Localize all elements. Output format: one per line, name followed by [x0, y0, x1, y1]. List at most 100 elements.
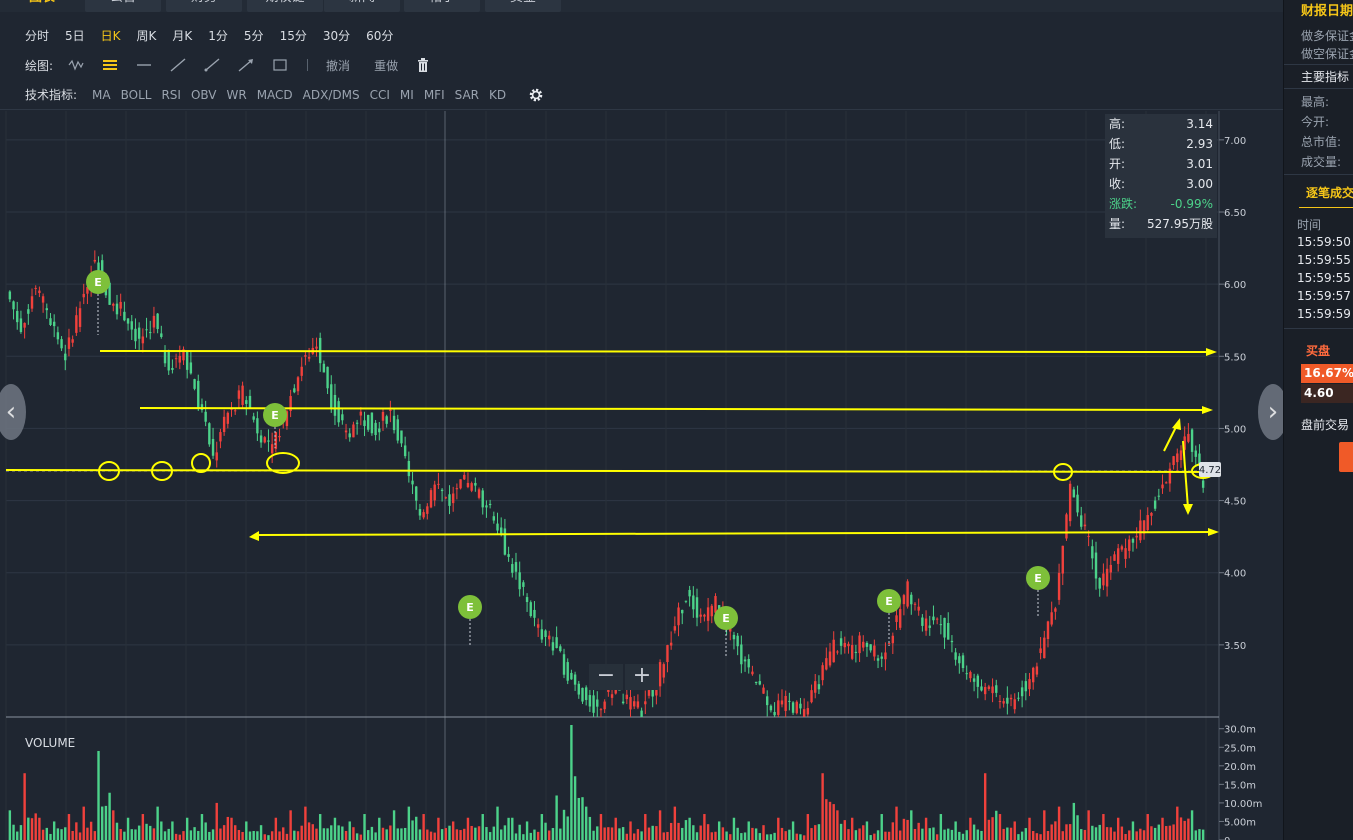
candle-body[interactable]	[806, 708, 810, 715]
candle-body[interactable]	[163, 351, 167, 364]
candle-body[interactable]	[141, 336, 145, 344]
candle-body[interactable]	[588, 695, 592, 707]
redo-button[interactable]: 重做	[366, 57, 406, 74]
candle-body[interactable]	[1165, 482, 1168, 484]
volume-bar[interactable]	[211, 829, 215, 840]
volume-bar[interactable]	[1054, 821, 1057, 840]
volume-bar[interactable]	[1035, 833, 1039, 840]
candle-body[interactable]	[433, 484, 436, 501]
volume-bar[interactable]	[330, 825, 333, 840]
volume-bar[interactable]	[78, 832, 82, 840]
candle-body[interactable]	[773, 711, 776, 716]
volume-bar[interactable]	[41, 829, 45, 840]
volume-bar[interactable]	[1046, 830, 1050, 840]
candle-body[interactable]	[1131, 538, 1135, 543]
candle-body[interactable]	[906, 581, 909, 607]
volume-bar[interactable]	[163, 831, 167, 840]
candle-body[interactable]	[629, 697, 632, 710]
volume-bar[interactable]	[769, 834, 773, 840]
volume-bar[interactable]	[692, 825, 695, 840]
candle-body[interactable]	[514, 562, 518, 572]
tab-financials[interactable]: 财务	[166, 0, 242, 12]
volume-bar[interactable]	[799, 834, 802, 840]
candle-body[interactable]	[1153, 500, 1157, 509]
candle-body[interactable]	[123, 311, 126, 321]
volume-bar[interactable]	[991, 817, 994, 840]
volume-bar[interactable]	[263, 834, 266, 840]
volume-bar[interactable]	[363, 814, 366, 840]
candle-body[interactable]	[426, 506, 429, 514]
volume-bar[interactable]	[367, 830, 370, 840]
candle-body[interactable]	[400, 430, 403, 444]
volume-bar[interactable]	[112, 810, 115, 840]
volume-bar[interactable]	[1105, 827, 1109, 840]
volume-bar[interactable]	[754, 828, 758, 840]
candle-body[interactable]	[378, 428, 381, 433]
volume-bar[interactable]	[618, 828, 621, 840]
volume-bar[interactable]	[500, 829, 503, 840]
candle-body[interactable]	[75, 315, 78, 333]
volume-bar[interactable]	[666, 831, 669, 840]
horizontal-line-icon[interactable]	[127, 55, 161, 75]
candle-body[interactable]	[189, 362, 193, 374]
volume-bar[interactable]	[466, 817, 470, 840]
candle-body[interactable]	[197, 380, 200, 408]
volume-bar[interactable]	[1146, 814, 1149, 840]
candle-body[interactable]	[60, 339, 63, 349]
volume-bar[interactable]	[854, 830, 858, 840]
volume-bar[interactable]	[237, 830, 241, 840]
volume-bar[interactable]	[1187, 818, 1190, 840]
candle-body[interactable]	[795, 701, 798, 714]
volume-bar[interactable]	[777, 817, 780, 840]
volume-bar[interactable]	[943, 829, 946, 840]
volume-bar[interactable]	[289, 810, 292, 840]
candle-body[interactable]	[1032, 667, 1035, 683]
volume-bar[interactable]	[873, 833, 876, 840]
period-30min[interactable]: 30分	[315, 27, 358, 44]
candle-body[interactable]	[374, 422, 377, 436]
volume-bar[interactable]	[67, 814, 71, 840]
volume-bar[interactable]	[932, 827, 935, 840]
volume-bar[interactable]	[315, 828, 318, 840]
volume-bar[interactable]	[1083, 829, 1087, 840]
candle-body[interactable]	[681, 609, 684, 614]
candle-body[interactable]	[344, 430, 348, 433]
candle-body[interactable]	[969, 672, 972, 679]
volume-bar[interactable]	[344, 830, 348, 840]
candle-body[interactable]	[219, 432, 222, 442]
candle-body[interactable]	[16, 310, 19, 323]
candle-body[interactable]	[777, 700, 780, 715]
volume-bar[interactable]	[621, 827, 625, 840]
volume-bar[interactable]	[318, 814, 322, 840]
candle-body[interactable]	[407, 460, 411, 477]
candle-body[interactable]	[52, 321, 56, 327]
candle-body[interactable]	[917, 606, 920, 611]
candle-body[interactable]	[12, 301, 15, 310]
candle-body[interactable]	[947, 622, 950, 640]
candle-body[interactable]	[411, 480, 414, 485]
volume-bar[interactable]	[130, 829, 133, 840]
volume-bar[interactable]	[633, 833, 636, 840]
volume-bar[interactable]	[333, 817, 337, 840]
volume-bar[interactable]	[185, 817, 189, 840]
candle-body[interactable]	[352, 424, 355, 438]
candle-body[interactable]	[248, 395, 252, 409]
tab-news[interactable]: 新闻	[324, 0, 400, 12]
candle-body[interactable]	[389, 409, 392, 411]
candle-body[interactable]	[655, 689, 658, 696]
candle-body[interactable]	[1146, 515, 1149, 531]
volume-bar[interactable]	[740, 833, 743, 840]
candle-body[interactable]	[307, 356, 311, 359]
volume-bar[interactable]	[1198, 829, 1201, 840]
candle-body[interactable]	[437, 483, 440, 485]
volume-bar[interactable]	[1113, 831, 1116, 840]
candle-body[interactable]	[1039, 648, 1042, 654]
candle-body[interactable]	[599, 709, 603, 711]
candle-body[interactable]	[1024, 681, 1028, 692]
ray-line-icon[interactable]	[195, 55, 229, 75]
candle-body[interactable]	[348, 433, 351, 438]
candle-body[interactable]	[747, 658, 750, 668]
volume-bar[interactable]	[850, 817, 854, 840]
candle-body[interactable]	[950, 640, 954, 643]
volume-bar[interactable]	[160, 821, 163, 840]
